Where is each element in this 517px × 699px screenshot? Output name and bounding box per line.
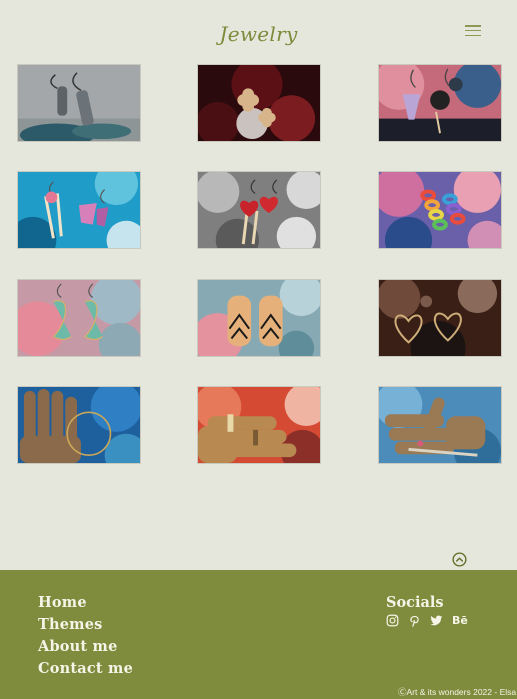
chevron-up-circle-icon [452,552,467,567]
earrings-photo [18,387,140,463]
gallery-item-rainbow-chain-earrings[interactable] [378,171,502,249]
earrings-photo [18,280,140,356]
social-icons: Bē [386,614,468,627]
gallery-item-silver-drop-earrings[interactable] [17,64,141,142]
twitter-icon[interactable] [430,614,443,627]
nav-link-home[interactable]: Home [38,592,133,614]
nav-link-about-me[interactable]: About me [38,636,133,658]
footer-nav: Home Themes About me Contact me [38,592,133,680]
gallery-item-red-heart-earrings[interactable] [197,171,321,249]
socials-title: Socials [386,594,444,611]
pinterest-icon[interactable] [408,614,421,627]
gallery [0,0,517,480]
gallery-item-rings-on-wooden-hand[interactable] [197,386,321,464]
behance-icon[interactable]: Bē [452,614,468,627]
earrings-photo [18,172,140,248]
copyright: ⒸArt & its wonders 2022 - Elsa [398,687,517,697]
earrings-photo [198,387,320,463]
earrings-photo [198,172,320,248]
back-to-top-button[interactable] [452,552,467,567]
gallery-item-wing-pattern-earrings[interactable] [197,279,321,357]
nav-link-themes[interactable]: Themes [38,614,133,636]
earrings-photo [379,172,501,248]
earrings-photo [198,280,320,356]
earrings-photo [379,387,501,463]
nav-link-contact-me[interactable]: Contact me [38,658,133,680]
socials-section: Socials Bē [386,592,468,627]
gallery-item-heart-wire-earrings[interactable] [378,279,502,357]
earrings-photo [18,65,140,141]
gallery-item-gold-flower-earrings[interactable] [197,64,321,142]
gallery-item-teal-dragon-earrings[interactable] [17,279,141,357]
gallery-item-crystal-and-black-earrings[interactable] [378,64,502,142]
instagram-icon[interactable] [386,614,399,627]
earrings-photo [198,65,320,141]
gallery-item-bracelet-on-wooden-hand[interactable] [378,386,502,464]
earrings-photo [379,280,501,356]
earrings-photo [379,65,501,141]
gallery-item-hoop-on-wooden-hand[interactable] [17,386,141,464]
footer: Home Themes About me Contact me Socials … [0,570,517,699]
gallery-item-pink-crystal-earrings[interactable] [17,171,141,249]
